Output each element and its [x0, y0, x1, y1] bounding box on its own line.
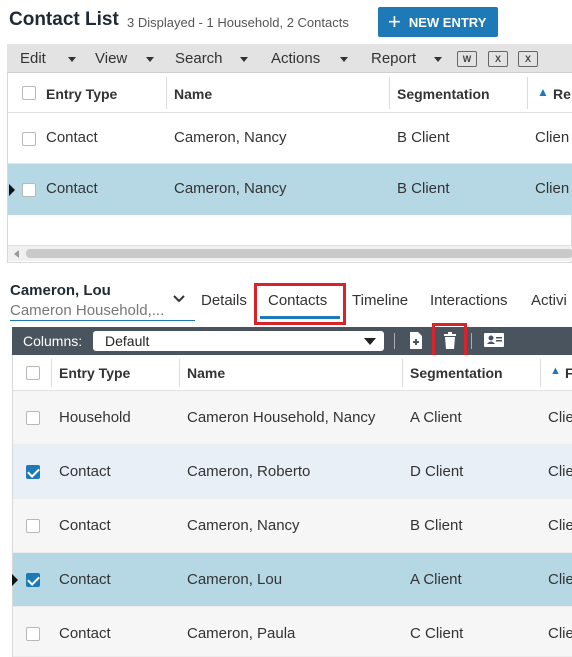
table-row[interactable]: Contact Cameron, Nancy B Client Clien: [8, 164, 572, 215]
columns-select[interactable]: Default: [93, 331, 384, 351]
contact-list-grid: Entry Type Name Segmentation ▲ Re Contac…: [7, 73, 572, 263]
name-cell: Cameron, Roberto: [187, 463, 311, 480]
row-checkbox[interactable]: [22, 132, 36, 146]
table-row[interactable]: Contact Cameron, Lou A Client Clie: [12, 553, 572, 607]
word-icon[interactable]: W: [457, 51, 477, 67]
current-row-indicator-icon: [12, 574, 18, 586]
excel-mailmerge-icon[interactable]: X: [518, 51, 538, 67]
chevron-down-icon[interactable]: [68, 57, 76, 62]
row-checkbox[interactable]: [26, 465, 40, 479]
plus-icon: +: [388, 9, 401, 34]
excel-icon[interactable]: X: [488, 51, 508, 67]
current-row-indicator-icon: [9, 184, 15, 196]
entry-type-cell: Contact: [59, 517, 111, 534]
new-entry-label: NEW ENTRY: [408, 14, 487, 30]
page-title: Contact List: [9, 9, 119, 30]
tab-interactions[interactable]: Interactions: [430, 292, 508, 309]
report-menu[interactable]: Report: [371, 50, 416, 67]
view-menu[interactable]: View: [95, 50, 127, 67]
horizontal-scrollbar[interactable]: [8, 245, 572, 261]
entry-type-cell: Contact: [59, 571, 111, 588]
add-document-icon[interactable]: [409, 331, 423, 355]
column-header-re[interactable]: Re: [553, 86, 571, 102]
tab-timeline[interactable]: Timeline: [352, 292, 408, 309]
columns-select-value: Default: [105, 333, 150, 349]
entry-type-cell: Contact: [59, 625, 111, 642]
segmentation-cell: B Client: [397, 129, 450, 146]
segmentation-cell: C Client: [410, 625, 464, 642]
chevron-down-icon[interactable]: [146, 57, 154, 62]
select-all-checkbox[interactable]: [22, 86, 36, 100]
chevron-down-icon[interactable]: [173, 290, 185, 306]
column-header-name[interactable]: Name: [174, 86, 212, 102]
record-underline: [10, 320, 195, 321]
sort-ascending-icon[interactable]: ▲: [550, 365, 561, 377]
column-header-entry-type[interactable]: Entry Type: [59, 365, 130, 381]
contact-card-icon[interactable]: [483, 331, 505, 354]
row-checkbox[interactable]: [26, 411, 40, 425]
scrollbar-thumb[interactable]: [26, 249, 572, 258]
table-row[interactable]: Contact Cameron, Paula C Client Clie: [13, 607, 572, 657]
entry-type-cell: Household: [59, 409, 131, 426]
column-header-name[interactable]: Name: [187, 365, 225, 381]
grid-header: Entry Type Name Segmentation ▲ F: [13, 355, 572, 391]
highlight-box-contacts-tab: [254, 283, 346, 325]
extra-cell: Clie: [548, 625, 572, 642]
segmentation-cell: B Client: [397, 180, 450, 197]
column-header-segmentation[interactable]: Segmentation: [397, 86, 490, 102]
extra-cell: Clie: [548, 571, 572, 588]
chevron-down-icon[interactable]: [340, 57, 348, 62]
record-household-link[interactable]: Cameron Household,...: [10, 302, 172, 319]
row-checkbox[interactable]: [22, 183, 36, 197]
name-cell: Cameron, Nancy: [174, 129, 287, 146]
record-name: Cameron, Lou: [10, 282, 111, 299]
column-header-segmentation[interactable]: Segmentation: [410, 365, 503, 381]
table-row[interactable]: Household Cameron Household, Nancy A Cli…: [13, 391, 572, 445]
new-entry-button[interactable]: + NEW ENTRY: [378, 7, 498, 37]
extra-cell: Clien: [535, 180, 570, 197]
row-checkbox[interactable]: [26, 519, 40, 533]
extra-cell: Clie: [548, 517, 572, 534]
edit-menu[interactable]: Edit: [20, 50, 46, 67]
entry-type-cell: Contact: [59, 463, 111, 480]
segmentation-cell: D Client: [410, 463, 464, 480]
name-cell: Cameron, Nancy: [187, 517, 300, 534]
household-contacts-grid: Entry Type Name Segmentation ▲ F Househo…: [12, 355, 572, 657]
row-checkbox[interactable]: [26, 573, 40, 587]
column-header-f[interactable]: F: [565, 365, 572, 381]
chevron-down-icon: [364, 338, 376, 345]
tab-activities[interactable]: Activi: [531, 292, 567, 309]
extra-cell: Clie: [548, 409, 572, 426]
columns-toolbar: Columns: Default: [12, 327, 572, 355]
main-toolbar: Edit View Search Actions Report W X X: [7, 44, 572, 73]
columns-label: Columns:: [23, 333, 83, 349]
extra-cell: Clie: [548, 463, 572, 480]
actions-menu[interactable]: Actions: [271, 50, 320, 67]
name-cell: Cameron, Nancy: [174, 180, 287, 197]
entry-type-cell: Contact: [46, 180, 98, 197]
chevron-down-icon[interactable]: [240, 57, 248, 62]
column-header-entry-type[interactable]: Entry Type: [46, 86, 117, 102]
name-cell: Cameron, Lou: [187, 571, 283, 588]
row-checkbox[interactable]: [26, 627, 40, 641]
select-all-checkbox[interactable]: [26, 366, 40, 380]
chevron-down-icon[interactable]: [434, 57, 442, 62]
table-row[interactable]: Contact Cameron, Nancy B Client Clien: [8, 113, 572, 164]
grid-header: Entry Type Name Segmentation ▲ Re: [8, 73, 572, 113]
table-row[interactable]: Contact Cameron, Nancy B Client Clie: [13, 499, 572, 553]
search-menu[interactable]: Search: [175, 50, 223, 67]
name-cell: Cameron, Paula: [187, 625, 296, 642]
name-cell: Cameron Household, Nancy: [187, 409, 376, 426]
table-row[interactable]: Contact Cameron, Roberto D Client Clie: [13, 445, 572, 499]
segmentation-cell: A Client: [410, 409, 462, 426]
segmentation-cell: A Client: [410, 571, 462, 588]
segmentation-cell: B Client: [410, 517, 463, 534]
sort-ascending-icon[interactable]: ▲: [537, 85, 549, 99]
entry-type-cell: Contact: [46, 129, 98, 146]
scroll-left-icon[interactable]: [14, 250, 19, 258]
page-subtitle: 3 Displayed - 1 Household, 2 Contacts: [127, 15, 349, 30]
extra-cell: Clien: [535, 129, 570, 146]
tab-details[interactable]: Details: [201, 292, 247, 309]
